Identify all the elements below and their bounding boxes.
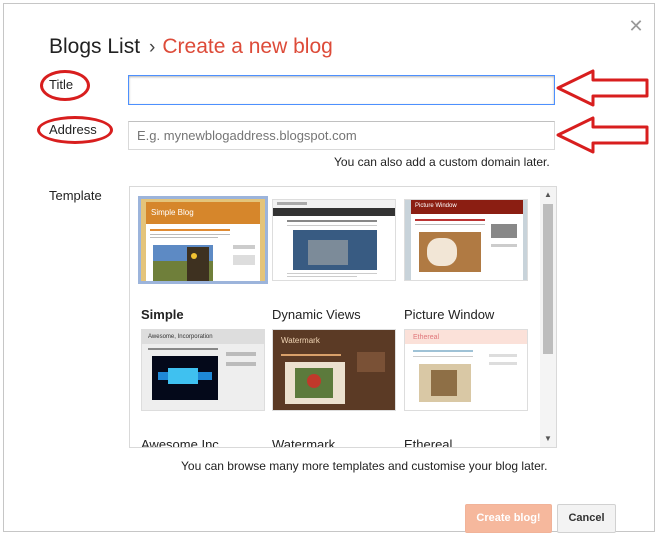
cancel-button[interactable]: Cancel	[557, 504, 616, 533]
template-watermark[interactable]: Watermark Watermark	[272, 329, 396, 447]
breadcrumb-separator-icon: ›	[149, 37, 156, 58]
title-input[interactable]	[128, 75, 555, 105]
title-label-highlight-oval	[40, 70, 90, 101]
template-thumbnail	[272, 199, 396, 281]
template-thumbnail: Watermark	[272, 329, 396, 411]
create-blog-dialog: ✕ Blogs List › Create a new blog Title Add…	[3, 3, 655, 533]
close-icon[interactable]: ✕	[628, 18, 644, 36]
template-awesome-inc[interactable]: Awesome, Incorporation Awesome Inc.	[141, 329, 265, 447]
template-name: Simple	[141, 307, 184, 322]
template-name: Ethereal	[404, 437, 453, 448]
template-picker: Simple Blog Simple Dynamic Views Picture…	[129, 186, 557, 448]
template-thumbnail: Ethereal	[404, 329, 528, 411]
template-picture-window[interactable]: Picture Window Picture Window	[404, 199, 528, 322]
custom-domain-hint: You can also add a custom domain later.	[334, 155, 550, 169]
template-name: Awesome Inc.	[141, 437, 223, 448]
templates-hint: You can browse many more templates and c…	[181, 459, 548, 473]
address-input[interactable]	[128, 121, 555, 150]
template-label: Template	[49, 188, 102, 203]
template-ethereal[interactable]: Ethereal Ethereal	[404, 329, 528, 447]
template-thumbnail: Simple Blog	[138, 196, 268, 284]
template-name: Picture Window	[404, 307, 495, 322]
template-dynamic-views[interactable]: Dynamic Views	[272, 199, 396, 322]
create-blog-button[interactable]: Create blog!	[465, 504, 552, 533]
breadcrumb: Blogs List › Create a new blog	[49, 35, 333, 59]
template-thumbnail: Awesome, Incorporation	[141, 329, 265, 411]
page-title: Create a new blog	[162, 35, 333, 58]
template-name: Watermark	[272, 437, 336, 448]
breadcrumb-blogs-list[interactable]: Blogs List	[49, 35, 140, 58]
template-thumbnail: Picture Window	[404, 199, 528, 281]
scroll-down-icon[interactable]: ▼	[540, 431, 556, 447]
scroll-up-icon[interactable]: ▲	[540, 187, 556, 203]
template-scrollbar[interactable]: ▲ ▼	[540, 187, 556, 447]
template-simple[interactable]: Simple Blog Simple	[138, 196, 268, 322]
title-arrow-icon	[556, 69, 649, 107]
address-arrow-icon	[556, 116, 649, 154]
address-label-highlight-oval	[37, 116, 113, 144]
scrollbar-thumb[interactable]	[543, 204, 553, 354]
template-name: Dynamic Views	[272, 307, 361, 322]
